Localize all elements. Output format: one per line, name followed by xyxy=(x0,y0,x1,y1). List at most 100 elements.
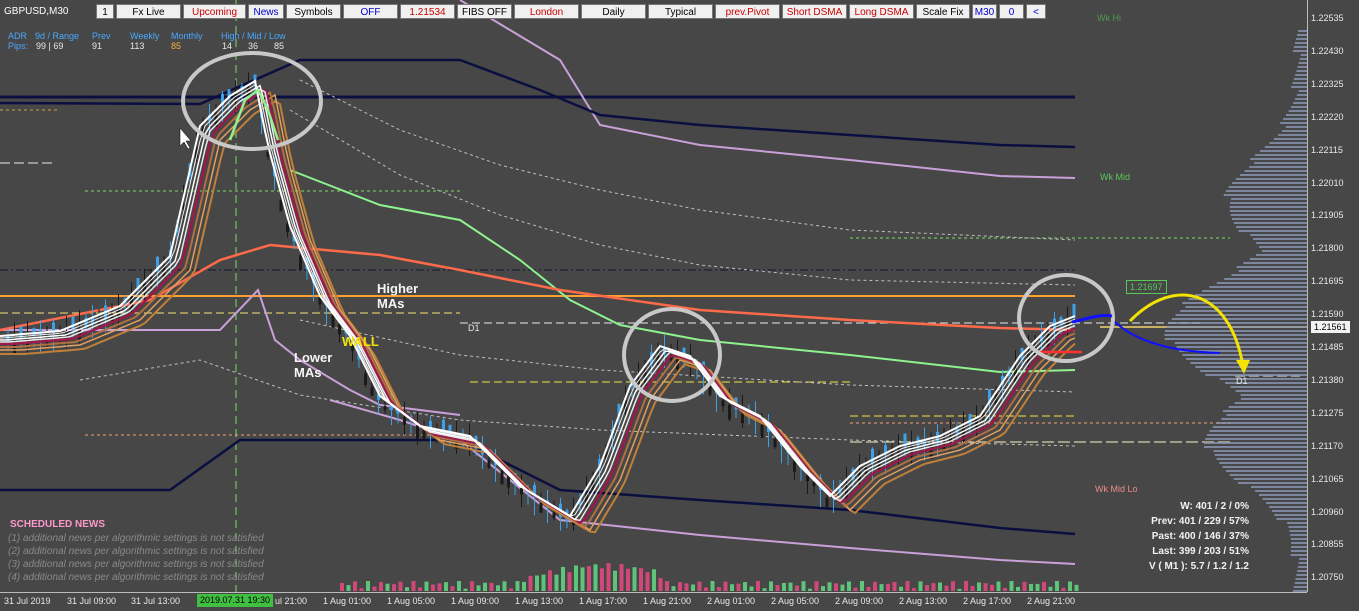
volume-bar xyxy=(977,582,981,591)
toolbar-button-1[interactable]: Fx Live xyxy=(116,4,181,19)
volume-bar xyxy=(372,586,377,591)
wk-mid-label: Wk Mid xyxy=(1100,172,1130,182)
toolbar-button-15[interactable]: M30 xyxy=(972,4,997,19)
symbol-label: GBPUSD,M30 xyxy=(4,6,69,17)
volume-profile-bar xyxy=(1294,582,1307,584)
volume-profile-bar xyxy=(1240,394,1307,396)
toolbar-button-14[interactable]: Scale Fix xyxy=(916,4,970,19)
volume-bar xyxy=(756,581,760,591)
volume-profile-bar xyxy=(1262,498,1307,500)
volume-bar xyxy=(1003,587,1007,591)
toolbar-button-13[interactable]: Long DSMA xyxy=(849,4,914,19)
time-tick-label: 2 Aug 01:00 xyxy=(707,596,756,606)
volume-profile-bar xyxy=(1226,414,1307,416)
volume-bar xyxy=(626,568,630,591)
moving-averages-layer xyxy=(0,79,1082,534)
volume-profile-bar xyxy=(1232,218,1307,220)
highlight-circle xyxy=(1017,273,1115,363)
volume-bar xyxy=(548,570,552,591)
candle-body xyxy=(279,200,283,212)
volume-bar xyxy=(899,586,903,591)
toolbar-button-5[interactable]: OFF xyxy=(343,4,398,19)
volume-profile-bar xyxy=(1255,490,1307,492)
volume-bar xyxy=(645,572,650,591)
time-tick-label: 2 Aug 05:00 xyxy=(771,596,820,606)
volume-bar xyxy=(886,583,890,591)
price-plot[interactable]: GBPUSD,M30 1 Fx Live Upcoming News Symbols OF… xyxy=(0,0,1307,592)
volume-profile-bar xyxy=(1288,110,1307,112)
candle-body xyxy=(507,475,510,488)
toolbar-button-17[interactable]: < xyxy=(1026,4,1046,19)
volume-bar xyxy=(1035,583,1040,591)
volume-profile-bar xyxy=(1266,502,1307,504)
volume-profile-bar xyxy=(1280,122,1307,124)
volume-profile-bar xyxy=(1289,530,1307,532)
toolbar-button-10[interactable]: Typical xyxy=(648,4,713,19)
time-tick-label: 1 Aug 01:00 xyxy=(323,596,372,606)
volume-bar xyxy=(860,581,864,591)
volume-profile-bar xyxy=(1254,162,1307,164)
toolbar-button-12[interactable]: Short DSMA xyxy=(782,4,847,19)
toolbar-button-3[interactable]: News xyxy=(248,4,284,19)
volume-profile-bar xyxy=(1221,418,1307,420)
volume-profile-bar xyxy=(1225,190,1307,192)
volume-bar xyxy=(983,583,988,591)
volume-profile-bar xyxy=(1182,302,1307,304)
candle-body xyxy=(520,488,523,495)
price-tick-label: 1.21800 xyxy=(1311,243,1344,254)
volume-bar xyxy=(392,584,396,591)
volume-bar xyxy=(957,588,962,591)
price-axis[interactable] xyxy=(1307,0,1359,592)
volume-bar xyxy=(996,581,1001,591)
candle-body xyxy=(721,400,725,407)
volume-profile-bar xyxy=(1285,126,1307,128)
d1-projection-label: D1 xyxy=(1236,376,1248,386)
volume-profile-bar xyxy=(1230,386,1307,388)
toolbar-button-9[interactable]: Daily xyxy=(581,4,646,19)
volume-profile-bar xyxy=(1293,46,1307,48)
prev-value: 91 xyxy=(92,41,103,51)
chart-canvas[interactable] xyxy=(0,0,1307,592)
volume-bar xyxy=(749,586,754,591)
toolbar-button-4[interactable]: Symbols xyxy=(286,4,341,19)
toolbar-button-2[interactable]: Upcoming xyxy=(183,4,246,19)
volume-profile-bar xyxy=(1238,230,1307,232)
volume-bar xyxy=(762,588,767,591)
price-tick-label: 1.21590 xyxy=(1311,309,1344,320)
volume-profile-bar xyxy=(1250,234,1307,236)
wall-annotation: WALL xyxy=(342,334,379,349)
volume-profile-bar xyxy=(1269,506,1307,508)
volume-bar xyxy=(1029,584,1033,591)
toolbar-button-0[interactable]: 1 xyxy=(96,4,114,19)
toolbar-button-16[interactable]: 0 xyxy=(999,4,1024,19)
volume-profile-bar xyxy=(1296,94,1307,96)
volume-bar xyxy=(574,565,578,591)
toolbar-button-11[interactable]: prev.Pivot xyxy=(715,4,780,19)
candle-body xyxy=(364,373,367,385)
volume-profile-bar xyxy=(1237,482,1307,484)
volume-profile-bar xyxy=(1297,566,1307,568)
toolbar-button-6[interactable]: 1.21534 xyxy=(400,4,455,19)
volume-profile-bar xyxy=(1293,586,1307,588)
volume-profile-bar xyxy=(1261,250,1307,252)
candle-body xyxy=(728,404,731,420)
volume-bar xyxy=(366,581,370,591)
volume-bar xyxy=(691,584,695,591)
price-tick-label: 1.21065 xyxy=(1311,473,1344,484)
volume-profile-bar xyxy=(1282,130,1307,132)
volume-bar xyxy=(561,566,565,591)
bands-layer xyxy=(0,0,1076,565)
candle-body xyxy=(552,512,556,518)
pips-label: Pips: xyxy=(8,41,29,51)
volume-bar xyxy=(873,581,877,591)
toolbar-button-8[interactable]: London xyxy=(514,4,579,19)
volume-profile-bar xyxy=(1264,146,1307,148)
volume-profile-bar xyxy=(1228,186,1307,188)
monthly-value: 85 xyxy=(171,41,182,51)
toolbar-button-7[interactable]: FIBS OFF xyxy=(457,4,512,19)
volume-bar xyxy=(522,581,526,591)
volume-bar xyxy=(600,568,604,591)
volume-profile-bar xyxy=(1230,202,1307,204)
volume-profile-bar xyxy=(1231,198,1307,200)
candle-body xyxy=(338,323,341,335)
